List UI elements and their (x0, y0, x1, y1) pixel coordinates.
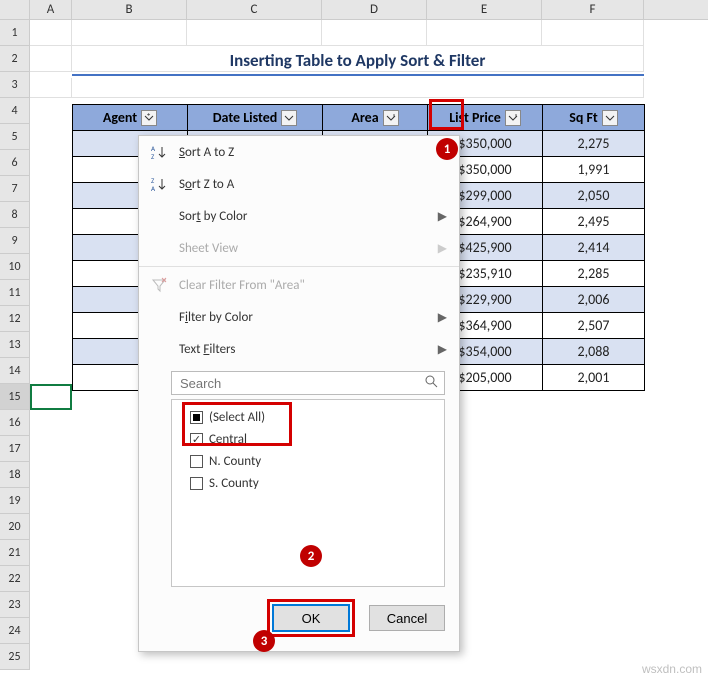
check-s-county[interactable]: S. County (190, 472, 436, 494)
chevron-right-icon: ▶ (438, 342, 447, 357)
header-sqft: Sq Ft (569, 109, 598, 126)
column-headers: A B C D E F (0, 0, 708, 20)
col-C[interactable]: C (187, 0, 322, 19)
check-n-county[interactable]: N. County (190, 450, 436, 472)
svg-text:A: A (151, 184, 156, 192)
col-F[interactable]: F (542, 0, 644, 19)
row-14[interactable]: 14 (0, 358, 30, 384)
header-area: Area (351, 109, 378, 126)
filter-button-area[interactable] (383, 110, 399, 126)
row-4[interactable]: 4 (0, 98, 30, 124)
row-24[interactable]: 24 (0, 618, 30, 644)
sort-az-icon: AZ (149, 142, 169, 162)
page-title: Inserting Table to Apply Sort & Filter (72, 50, 643, 71)
menu-text-filters[interactable]: Text Filters ▶ (139, 333, 459, 365)
menu-sort-az[interactable]: AZ SSort A to Zort A to Z (139, 136, 459, 168)
col-E[interactable]: E (427, 0, 542, 19)
svg-text:Z: Z (151, 152, 155, 160)
header-date-listed: Date Listed (213, 109, 278, 126)
badge-2: 2 (300, 545, 322, 567)
blank-icon (149, 206, 169, 226)
filter-button-price[interactable] (505, 110, 521, 126)
row-23[interactable]: 23 (0, 592, 30, 618)
checkbox-icon[interactable] (190, 477, 203, 490)
row-18[interactable]: 18 (0, 462, 30, 488)
filter-search[interactable] (171, 371, 445, 395)
checkbox-checked-icon[interactable] (190, 433, 203, 446)
row-7[interactable]: 7 (0, 176, 30, 202)
header-agent: Agent (103, 109, 137, 126)
active-cell-indicator (30, 384, 72, 410)
chevron-right-icon: ▶ (438, 241, 447, 256)
menu-filter-color[interactable]: Filter by Color ▶ (139, 301, 459, 333)
cancel-button[interactable]: Cancel (369, 605, 445, 631)
badge-3b: 3 (253, 630, 275, 652)
row-19[interactable]: 19 (0, 488, 30, 514)
menu-clear-filter: Clear Filter From "Area" (139, 269, 459, 301)
filter-menu: AZ SSort A to Zort A to Z ZA Sort Z to A… (138, 135, 460, 652)
row-8[interactable]: 8 (0, 202, 30, 228)
row-9[interactable]: 9 (0, 228, 30, 254)
row-21[interactable]: 21 (0, 540, 30, 566)
row-20[interactable]: 20 (0, 514, 30, 540)
grid: Inserting Table to Apply Sort & Filter (30, 20, 708, 98)
search-icon (424, 374, 438, 392)
highlight-ok: OK (267, 599, 355, 637)
row-10[interactable]: 10 (0, 254, 30, 280)
row-3[interactable]: 3 (0, 72, 30, 98)
check-central[interactable]: Central (190, 428, 436, 450)
filter-button-date[interactable] (281, 110, 297, 126)
col-B[interactable]: B (72, 0, 187, 19)
blank-icon (149, 238, 169, 258)
menu-sort-za[interactable]: ZA Sort Z to A (139, 168, 459, 200)
row-16[interactable]: 16 (0, 410, 30, 436)
clear-filter-icon (149, 275, 169, 295)
row-25[interactable]: 25 (0, 644, 30, 670)
row-headers: 1 2 3 4 5 6 7 8 9 10 11 12 13 14 15 16 1… (0, 20, 30, 670)
menu-sheet-view: Sheet View ▶ (139, 232, 459, 264)
row-12[interactable]: 12 (0, 306, 30, 332)
check-select-all[interactable]: (Select All) (190, 406, 436, 428)
filter-button-sqft[interactable] (602, 110, 618, 126)
blank-icon (149, 339, 169, 359)
badge-1: 1 (436, 138, 458, 160)
ok-button[interactable]: OK (273, 605, 349, 631)
menu-sort-color[interactable]: Sort by Color ▶ (139, 200, 459, 232)
checkbox-icon[interactable] (190, 455, 203, 468)
row-22[interactable]: 22 (0, 566, 30, 592)
row-15[interactable]: 15 (0, 384, 30, 410)
chevron-right-icon: ▶ (438, 209, 447, 224)
watermark: wsxdn.com (642, 662, 702, 676)
row-11[interactable]: 11 (0, 280, 30, 306)
col-A[interactable]: A (30, 0, 72, 19)
sort-za-icon: ZA (149, 174, 169, 194)
search-input[interactable] (178, 375, 424, 392)
header-list-price: List Price (449, 109, 501, 126)
row-17[interactable]: 17 (0, 436, 30, 462)
row-6[interactable]: 6 (0, 150, 30, 176)
row-13[interactable]: 13 (0, 332, 30, 358)
row-1[interactable]: 1 (0, 20, 30, 46)
col-D[interactable]: D (322, 0, 427, 19)
row-5[interactable]: 5 (0, 124, 30, 150)
row-2[interactable]: 2 (0, 46, 30, 72)
chevron-right-icon: ▶ (438, 310, 447, 325)
checkbox-indeterminate-icon[interactable] (190, 411, 203, 424)
filter-button-agent[interactable] (141, 110, 157, 126)
blank-icon (149, 307, 169, 327)
